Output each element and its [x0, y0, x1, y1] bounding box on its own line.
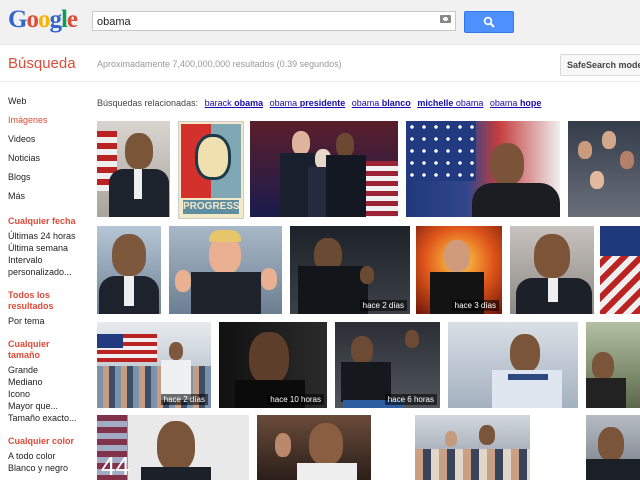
filter-size-large[interactable]: Grande [8, 364, 93, 376]
image-result[interactable] [586, 322, 640, 408]
sidebar-item-images[interactable]: Imágenes [8, 111, 93, 130]
image-result[interactable] [568, 121, 640, 217]
search-box[interactable] [92, 11, 456, 31]
related-link-obama-blanco[interactable]: obama blanco [352, 98, 411, 108]
filter-size-exact[interactable]: Tamaño exacto... [8, 412, 93, 424]
related-link-obama-hope[interactable]: obama hope [490, 98, 542, 108]
filter-results-title[interactable]: Todos los resultados [8, 290, 68, 312]
filter-color-full[interactable]: A todo color [8, 450, 93, 462]
filter-date-24h[interactable]: Últimas 24 horas [8, 230, 93, 242]
image-result[interactable]: 44 [97, 415, 249, 480]
filter-color-title[interactable]: Cualquier color [8, 436, 93, 447]
image-result[interactable] [600, 226, 640, 314]
image-result[interactable]: hace 2 días [97, 322, 211, 408]
filter-size-larger-than[interactable]: Mayor que... [8, 400, 93, 412]
logo-letter: o [37, 6, 50, 33]
sidebar-item-web[interactable]: Web [8, 92, 93, 111]
image-result[interactable] [169, 226, 282, 314]
top-bar: Google [0, 0, 640, 45]
sidebar-item-news[interactable]: Noticias [8, 149, 93, 168]
logo-letter: G [8, 6, 27, 33]
google-logo[interactable]: Google [8, 6, 78, 34]
result-stats: Aproximadamente 7,400,000,000 resultados… [97, 59, 342, 69]
related-searches-label: Búsquedas relacionadas: [97, 98, 199, 108]
search-button[interactable] [464, 11, 514, 33]
search-input[interactable] [93, 13, 431, 31]
sidebar-item-blogs[interactable]: Blogs [8, 168, 93, 187]
related-searches: Búsquedas relacionadas: barack obama oba… [97, 98, 541, 108]
sub-bar: Búsqueda Aproximadamente 7,400,000,000 r… [0, 45, 640, 82]
related-link-michelle-obama[interactable]: michelle obama [417, 98, 483, 108]
filter-date-custom[interactable]: Intervalo personalizado... [8, 254, 78, 278]
filter-size-title[interactable]: Cualquier tamaño [8, 339, 63, 361]
related-link-barack-obama[interactable]: barack obama [205, 98, 264, 108]
logo-letter: e [66, 6, 78, 33]
image-result[interactable] [415, 415, 530, 480]
camera-icon[interactable] [440, 15, 451, 23]
time-label: hace 10 horas [267, 394, 324, 405]
page-title: Búsqueda [8, 55, 76, 72]
image-result[interactable]: hace 6 horas [335, 322, 440, 408]
filter-color-bw[interactable]: Blanco y negro [8, 462, 93, 474]
image-result[interactable]: hace 10 horas [219, 322, 327, 408]
magnifier-icon [483, 16, 495, 28]
image-result[interactable]: hace 2 días [290, 226, 410, 314]
time-label: hace 2 días [160, 394, 208, 405]
sidebar-item-videos[interactable]: Videos [8, 130, 93, 149]
image-result[interactable] [97, 226, 161, 314]
image-result[interactable] [448, 322, 578, 408]
image-result[interactable]: hace 3 días [416, 226, 502, 314]
image-result[interactable] [586, 415, 640, 480]
image-result[interactable] [97, 121, 170, 217]
logo-letter: g [49, 6, 61, 33]
time-label: hace 2 días [359, 300, 407, 311]
filter-size-medium[interactable]: Mediano [8, 376, 93, 388]
image-result[interactable]: PROGRESS [178, 121, 244, 219]
related-link-obama-presidente[interactable]: obama presidente [270, 98, 346, 108]
sidebar: Web Imágenes Videos Noticias Blogs Más C… [8, 92, 93, 474]
time-label: hace 6 horas [384, 394, 437, 405]
logo-letter: o [26, 6, 38, 33]
safesearch-button[interactable]: SafeSearch moderado [560, 54, 640, 76]
image-result[interactable] [257, 415, 371, 480]
time-label: hace 3 días [451, 300, 499, 311]
image-result[interactable] [250, 121, 398, 217]
image-result[interactable] [510, 226, 594, 314]
filter-results-by-topic[interactable]: Por tema [8, 315, 93, 327]
sidebar-item-more[interactable]: Más [8, 187, 93, 206]
overlay-number: 44 [101, 451, 130, 480]
filter-date-week[interactable]: Última semana [8, 242, 93, 254]
filter-size-icon[interactable]: Icono [8, 388, 93, 400]
image-result[interactable] [406, 121, 560, 217]
filter-date-title[interactable]: Cualquier fecha [8, 216, 93, 227]
